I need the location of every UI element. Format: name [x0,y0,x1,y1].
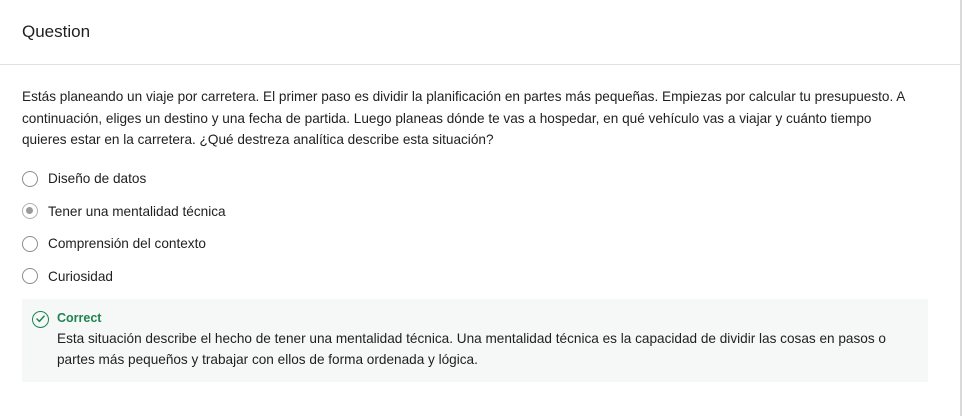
radio-button-icon[interactable] [22,268,38,285]
radio-button-selected-icon[interactable] [22,203,38,220]
option-label[interactable]: Diseño de datos [48,171,146,186]
question-prompt: Estás planeando un viaje por carretera. … [22,89,905,147]
page-title: Question [22,22,91,41]
answer-option[interactable]: Diseño de datos [22,163,940,196]
radio-button-icon[interactable] [22,170,38,187]
option-label[interactable]: Curiosidad [48,269,113,284]
feedback-panel: Correct Esta situación describe el hecho… [22,298,928,382]
feedback-content: Correct Esta situación describe el hecho… [57,310,914,371]
answer-options: Diseño de datos Tener una mentalidad téc… [22,163,940,293]
check-circle-icon [32,310,49,328]
feedback-explanation: Esta situación describe el hecho de tene… [57,330,886,368]
question-header: Question [0,0,962,65]
feedback-status: Correct [57,310,102,325]
answer-option[interactable]: Tener una mentalidad técnica [22,195,940,228]
question-body: Estás planeando un viaje por carretera. … [0,65,962,382]
answer-option[interactable]: Comprensión del contexto [22,228,940,261]
option-label[interactable]: Tener una mentalidad técnica [48,204,226,219]
option-label[interactable]: Comprensión del contexto [48,236,206,251]
answer-option[interactable]: Curiosidad [22,260,940,293]
radio-button-icon[interactable] [22,235,38,252]
